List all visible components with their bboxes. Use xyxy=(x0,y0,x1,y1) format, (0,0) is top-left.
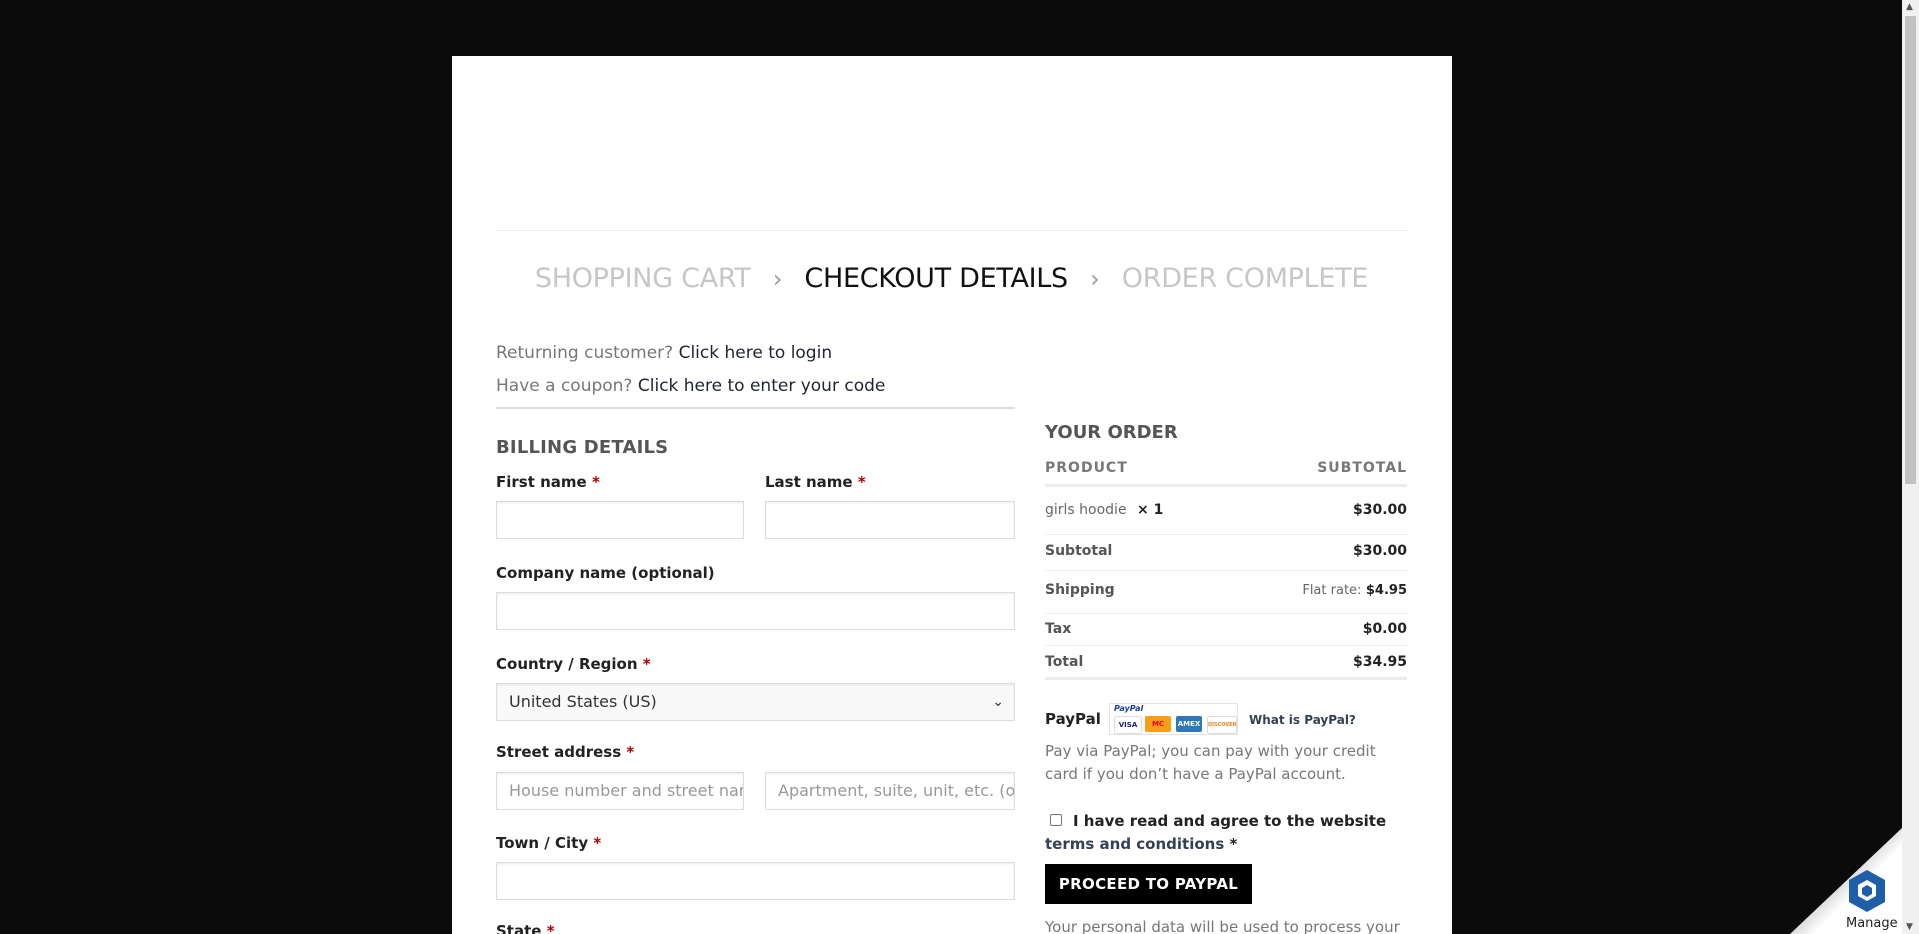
item-price: $30.00 xyxy=(1352,502,1407,518)
step-shopping-cart[interactable]: SHOPPING CART xyxy=(535,263,751,294)
shipping-value: $4.95 xyxy=(1365,583,1407,598)
order-divider xyxy=(1045,570,1407,571)
chevron-right-icon: › xyxy=(772,264,783,293)
city-label: Town / City * xyxy=(496,834,601,852)
first-name-input[interactable] xyxy=(496,501,744,539)
state-label: State * xyxy=(496,922,555,934)
manage-label: Manage xyxy=(1846,916,1898,931)
required-mark: * xyxy=(642,655,651,673)
apartment-input[interactable]: Apartment, suite, unit, etc. (optional) xyxy=(765,772,1015,810)
step-checkout-details[interactable]: CHECKOUT DETAILS xyxy=(804,263,1068,294)
order-header-divider xyxy=(1045,484,1407,487)
proceed-to-paypal-button[interactable]: PROCEED TO PAYPAL xyxy=(1045,864,1252,904)
last-name-input[interactable] xyxy=(765,501,1015,539)
privacy-notice: Your personal data will be used to proce… xyxy=(1045,918,1400,934)
subtotal-value: $30.00 xyxy=(1352,543,1407,559)
scrollbar-thumb[interactable] xyxy=(1905,16,1916,484)
discover-icon: DISCOVER xyxy=(1207,716,1237,734)
header-divider xyxy=(496,230,1407,231)
street-address-label-text: Street address xyxy=(496,743,622,761)
paypal-method-label[interactable]: PayPal xyxy=(1045,710,1101,728)
city-label-text: Town / City xyxy=(496,834,589,852)
checkout-card: SHOPPING CART › CHECKOUT DETAILS › ORDER… xyxy=(452,56,1452,934)
coupon-text: Have a coupon? xyxy=(496,376,633,396)
last-name-label: Last name * xyxy=(765,473,866,491)
what-is-paypal-link[interactable]: What is PayPal? xyxy=(1249,713,1356,727)
city-input[interactable] xyxy=(496,862,1015,900)
terms-text: I have read and agree to the website xyxy=(1073,812,1387,830)
company-name-input[interactable] xyxy=(496,592,1015,630)
manage-widget[interactable]: Manage xyxy=(1790,828,1902,934)
required-mark: * xyxy=(591,473,600,491)
total-label: Total xyxy=(1045,654,1084,670)
tax-label: Tax xyxy=(1045,621,1072,637)
order-divider xyxy=(1045,534,1407,535)
required-mark: * xyxy=(857,473,866,491)
checkout-steps: SHOPPING CART › CHECKOUT DETAILS › ORDER… xyxy=(496,262,1407,294)
notice-divider xyxy=(496,407,1015,409)
manage-hexagon-icon xyxy=(1849,870,1885,912)
chevron-down-icon: ⌄ xyxy=(992,694,1004,710)
first-name-label-text: First name xyxy=(496,473,587,491)
required-mark: * xyxy=(546,922,555,934)
state-label-text: State xyxy=(496,922,542,934)
step-order-complete: ORDER COMPLETE xyxy=(1121,263,1369,294)
subtotal-label: Subtotal xyxy=(1045,543,1113,559)
shipping-label: Shipping xyxy=(1045,582,1115,598)
order-item: girls hoodie × 1 xyxy=(1045,502,1163,518)
street-address-label: Street address * xyxy=(496,743,634,761)
returning-customer-text: Returning customer? xyxy=(496,343,674,363)
order-total-divider xyxy=(1045,677,1407,680)
country-select-value: United States (US) xyxy=(509,692,657,711)
paypal-logo-icon: PayPal xyxy=(1114,704,1144,713)
login-link[interactable]: Click here to login xyxy=(679,343,833,363)
first-name-label: First name * xyxy=(496,473,600,491)
country-select[interactable]: United States (US) ⌄ xyxy=(496,683,1015,721)
returning-customer-notice: Returning customer? Click here to login xyxy=(496,343,832,363)
scroll-down-icon[interactable]: ▼ xyxy=(1906,922,1913,932)
shipping-method: Flat rate: xyxy=(1302,583,1362,598)
paypal-description: Pay via PayPal; you can pay with your cr… xyxy=(1045,742,1376,783)
chevron-right-icon: › xyxy=(1090,264,1100,293)
country-label: Country / Region * xyxy=(496,655,651,673)
shipping-value-group: Flat rate: $4.95 xyxy=(1302,582,1407,598)
coupon-notice: Have a coupon? Click here to enter your … xyxy=(496,376,885,396)
visa-icon: VISA xyxy=(1114,716,1142,734)
amex-icon: AMEX xyxy=(1176,716,1202,732)
company-name-label: Company name (optional) xyxy=(496,564,715,582)
order-divider xyxy=(1045,645,1407,646)
required-mark: * xyxy=(626,743,635,761)
product-column-header: PRODUCT xyxy=(1045,460,1128,476)
terms-label: I have read and agree to the website ter… xyxy=(1045,810,1407,856)
item-name: girls hoodie xyxy=(1045,502,1127,518)
tax-value: $0.00 xyxy=(1362,621,1407,637)
subtotal-column-header: SUBTOTAL xyxy=(1317,460,1407,476)
total-value: $34.95 xyxy=(1352,654,1407,670)
vertical-scrollbar[interactable]: ▲ ▼ xyxy=(1902,0,1919,934)
last-name-label-text: Last name xyxy=(765,473,853,491)
coupon-link[interactable]: Click here to enter your code xyxy=(638,376,885,396)
your-order-title: YOUR ORDER xyxy=(1045,422,1178,443)
required-mark: * xyxy=(593,834,602,852)
required-mark: * xyxy=(1229,835,1238,853)
street-address-input[interactable]: House number and street name xyxy=(496,772,744,810)
country-label-text: Country / Region xyxy=(496,655,638,673)
order-divider xyxy=(1045,613,1407,614)
scroll-up-icon[interactable]: ▲ xyxy=(1906,2,1913,12)
billing-details-title: BILLING DETAILS xyxy=(496,437,669,458)
item-quantity: × 1 xyxy=(1137,502,1164,518)
terms-link[interactable]: terms and conditions xyxy=(1045,835,1224,853)
paypal-card-logos: PayPal VISA MC AMEX DISCOVER xyxy=(1109,703,1238,735)
mastercard-icon: MC xyxy=(1145,716,1171,732)
